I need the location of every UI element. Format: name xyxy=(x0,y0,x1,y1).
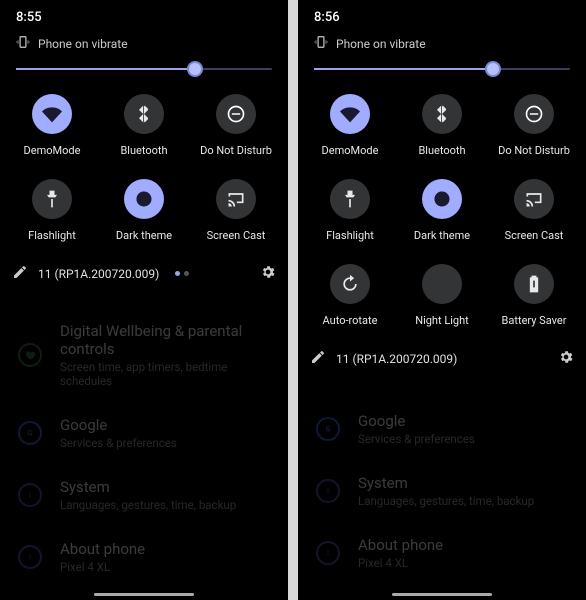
settings-item[interactable]: Digital Wellbeing & parental controlsScr… xyxy=(0,308,288,402)
tile-dnd[interactable]: Do Not Disturb xyxy=(190,84,282,169)
ringer-status: Phone on vibrate xyxy=(0,29,288,62)
vibrate-icon xyxy=(16,35,30,52)
settings-item[interactable]: ?Tips & supportHelp articles, phone & ch… xyxy=(298,584,586,600)
tile-dark[interactable]: Dark theme xyxy=(396,169,488,254)
edit-tiles-button[interactable] xyxy=(310,349,326,368)
settings-title: Digital Wellbeing & parental controls xyxy=(60,322,270,358)
ringer-text: Phone on vibrate xyxy=(38,37,128,51)
settings-icon xyxy=(18,343,42,367)
tile-bluetooth[interactable]: Bluetooth xyxy=(396,84,488,169)
settings-icon xyxy=(18,483,42,507)
tile-dnd[interactable]: Do Not Disturb xyxy=(488,84,580,169)
settings-title: Google xyxy=(358,412,475,430)
tile-flash[interactable]: Flashlight xyxy=(304,169,396,254)
tile-cast[interactable]: Screen Cast xyxy=(190,169,282,254)
settings-title: Google xyxy=(60,416,177,434)
tile-label: Do Not Disturb xyxy=(200,144,272,157)
tile-label: Flashlight xyxy=(326,229,374,242)
svg-text:G: G xyxy=(326,426,331,434)
tile-label: Dark theme xyxy=(116,229,172,242)
dnd-icon xyxy=(514,94,554,134)
clock: 8:55 xyxy=(16,10,42,25)
flash-icon xyxy=(330,179,370,219)
dark-icon xyxy=(422,179,462,219)
dnd-icon xyxy=(216,94,256,134)
battery-icon xyxy=(514,264,554,304)
settings-button[interactable] xyxy=(260,264,276,283)
settings-title: About phone xyxy=(358,536,443,554)
qs-tiles: DemoMode Bluetooth Do Not Disturb Flashligh… xyxy=(298,82,586,341)
flash-icon xyxy=(32,179,72,219)
wifi-icon xyxy=(330,94,370,134)
nav-handle[interactable] xyxy=(392,593,492,596)
settings-icon xyxy=(316,541,340,565)
tile-label: Screen Cast xyxy=(207,229,266,242)
settings-icon: G xyxy=(18,421,42,445)
tile-label: Screen Cast xyxy=(505,229,564,242)
settings-item[interactable]: About phone Pixel 4 XL xyxy=(298,522,586,584)
page-dots xyxy=(175,271,189,276)
build-number: 11 (RP1A.200720.009) xyxy=(336,352,457,366)
tile-flash[interactable]: Flashlight xyxy=(6,169,98,254)
tile-label: DemoMode xyxy=(322,144,379,157)
tile-label: DemoMode xyxy=(24,144,81,157)
settings-item[interactable]: G Google Services & preferences xyxy=(0,402,288,464)
ringer-status: Phone on vibrate xyxy=(298,29,586,62)
tile-label: Flashlight xyxy=(28,229,76,242)
settings-sub: Services & preferences xyxy=(60,436,177,450)
tile-label: Battery Saver xyxy=(502,314,567,327)
tile-label: Auto-rotate xyxy=(323,314,378,327)
tile-label: Dark theme xyxy=(414,229,470,242)
ringer-text: Phone on vibrate xyxy=(336,37,426,51)
settings-title: System xyxy=(358,474,534,492)
bluetooth-icon xyxy=(422,94,462,134)
settings-button[interactable] xyxy=(558,349,574,368)
settings-sub: Screen time, app timers, bedtime schedul… xyxy=(60,360,270,388)
tile-label: Bluetooth xyxy=(120,144,167,157)
dark-icon xyxy=(124,179,164,219)
settings-sub: Pixel 4 XL xyxy=(60,560,145,574)
settings-title: About phone xyxy=(60,540,145,558)
tile-label: Night Light xyxy=(415,314,469,327)
tile-cast[interactable]: Screen Cast xyxy=(488,169,580,254)
cast-icon xyxy=(216,179,256,219)
wifi-icon xyxy=(32,94,72,134)
brightness-slider[interactable] xyxy=(0,62,288,82)
tile-label: Bluetooth xyxy=(418,144,465,157)
bluetooth-icon xyxy=(124,94,164,134)
tile-battery[interactable]: Battery Saver xyxy=(488,254,580,339)
settings-sub: Languages, gestures, time, backup xyxy=(358,494,534,508)
tile-wifi[interactable]: DemoMode xyxy=(304,84,396,169)
vibrate-icon xyxy=(314,35,328,52)
rotate-icon xyxy=(330,264,370,304)
tile-label: Do Not Disturb xyxy=(498,144,570,157)
settings-item[interactable]: System Languages, gestures, time, backup xyxy=(0,464,288,526)
settings-title: System xyxy=(60,478,236,496)
clock: 8:56 xyxy=(314,10,340,25)
settings-sub: Pixel 4 XL xyxy=(358,556,443,570)
tile-wifi[interactable]: DemoMode xyxy=(6,84,98,169)
settings-icon: G xyxy=(316,417,340,441)
svg-text:G: G xyxy=(28,430,33,438)
settings-item[interactable]: G Google Services & preferences xyxy=(298,398,586,460)
settings-item[interactable]: About phone Pixel 4 XL xyxy=(0,526,288,588)
slider-thumb[interactable] xyxy=(485,61,501,77)
slider-thumb[interactable] xyxy=(187,61,203,77)
tile-bluetooth[interactable]: Bluetooth xyxy=(98,84,190,169)
build-number: 11 (RP1A.200720.009) xyxy=(38,267,159,281)
nav-handle[interactable] xyxy=(94,593,194,596)
settings-sub: Services & preferences xyxy=(358,432,475,446)
settings-icon xyxy=(18,545,42,569)
qs-tiles: DemoMode Bluetooth Do Not Disturb Flashligh… xyxy=(0,82,288,256)
night-icon xyxy=(422,264,462,304)
settings-icon xyxy=(316,479,340,503)
tile-dark[interactable]: Dark theme xyxy=(98,169,190,254)
tile-night[interactable]: Night Light xyxy=(396,254,488,339)
settings-item[interactable]: System Languages, gestures, time, backup xyxy=(298,460,586,522)
tile-rotate[interactable]: Auto-rotate xyxy=(304,254,396,339)
edit-tiles-button[interactable] xyxy=(12,264,28,283)
brightness-slider[interactable] xyxy=(298,62,586,82)
settings-sub: Languages, gestures, time, backup xyxy=(60,498,236,512)
cast-icon xyxy=(514,179,554,219)
